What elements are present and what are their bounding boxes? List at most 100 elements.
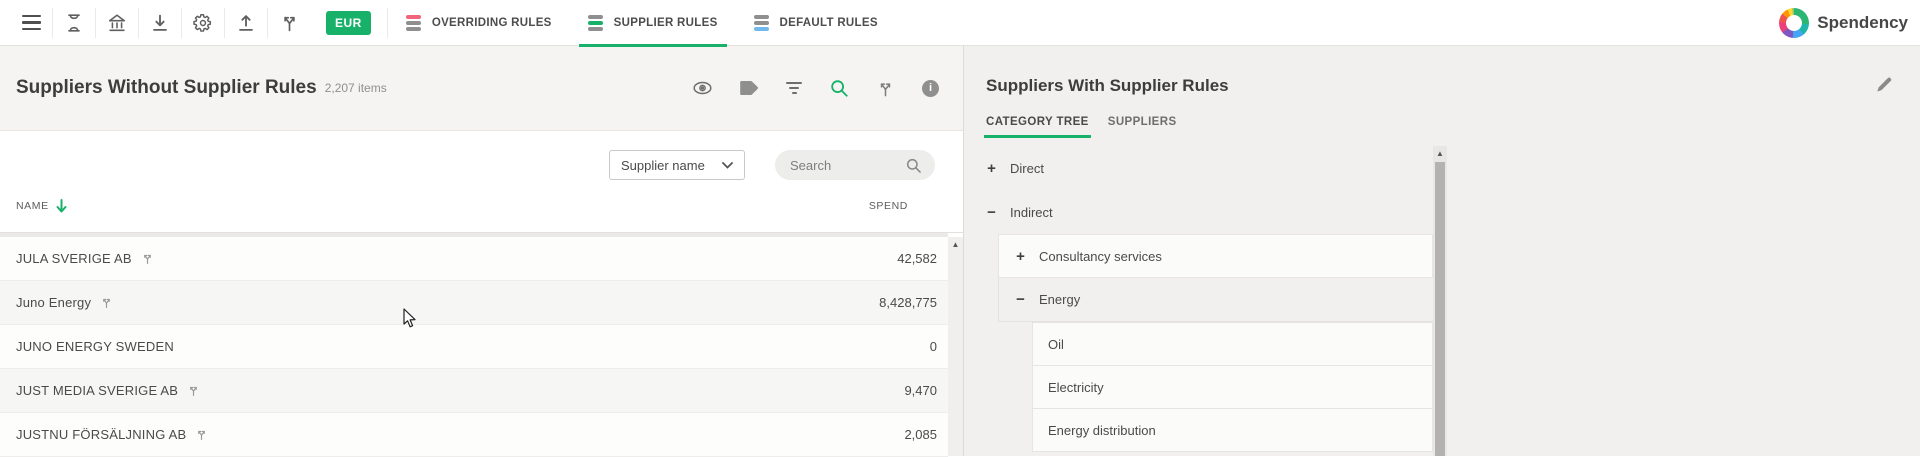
visibility-button[interactable]	[692, 80, 713, 96]
merge-button[interactable]	[187, 384, 200, 397]
search-input[interactable]	[788, 157, 898, 174]
gear-icon	[192, 12, 214, 34]
supplier-spend: 42,582	[897, 251, 937, 266]
merge-icon	[187, 384, 200, 397]
right-panel-tab[interactable]: CATEGORY TREE	[986, 116, 1089, 138]
name-header-label: NAME	[16, 200, 49, 212]
tree-expander-icon[interactable]: +	[1015, 248, 1026, 265]
supplier-name: Juno Energy	[16, 295, 91, 310]
toolbar-tabs: OVERRIDING RULES SUPPLIER RULES DEFAULT …	[388, 0, 896, 46]
category-label: Electricity	[1048, 380, 1104, 395]
top-toolbar: EUR OVERRIDING RULES SUPPLIER RULES DEFA…	[0, 0, 1920, 46]
column-header-name[interactable]: NAME	[16, 199, 67, 213]
toolbar-tab-label: DEFAULT RULES	[780, 17, 878, 29]
toolbar-tab[interactable]: OVERRIDING RULES	[388, 0, 570, 46]
category-tree-row[interactable]: + Direct	[964, 146, 1447, 190]
table-row[interactable]: JUSTNU FÖRSÄLJNING AB 2,085	[0, 413, 948, 457]
category-label: Oil	[1048, 337, 1064, 352]
tag-button[interactable]	[740, 80, 759, 96]
merge-icon	[141, 252, 154, 265]
category-label: Indirect	[1010, 205, 1053, 220]
brand-name: Spendency	[1817, 13, 1908, 33]
tree-scrollbar[interactable]: ▲	[1433, 146, 1447, 456]
filter-button[interactable]	[786, 82, 802, 94]
category-tree-row[interactable]: Oil	[1032, 322, 1433, 366]
merge-button[interactable]	[100, 296, 113, 309]
spendency-logo-icon	[1779, 8, 1809, 38]
category-tree-row[interactable]: Electricity	[1032, 365, 1433, 409]
supplier-search	[775, 150, 935, 180]
supplier-name: JULA SVERIGE AB	[16, 251, 132, 266]
left-panel-header: Suppliers Without Supplier Rules 2,207 i…	[0, 46, 963, 131]
right-panel-tab-label: CATEGORY TREE	[986, 116, 1089, 128]
merge-icon	[100, 296, 113, 309]
supplier-name: JUST MEDIA SVERIGE AB	[16, 383, 178, 398]
edit-button[interactable]	[1874, 74, 1894, 94]
category-tree-row[interactable]: − Energy	[998, 278, 1433, 322]
sort-desc-icon	[56, 199, 67, 213]
menu-button[interactable]	[10, 0, 52, 46]
tree-scrollbar-thumb[interactable]	[1435, 162, 1445, 456]
merge-icon	[195, 428, 208, 441]
search-icon	[829, 78, 849, 98]
search-button[interactable]	[829, 78, 849, 98]
active-tab-underline	[579, 44, 727, 47]
table-row[interactable]: Juno Energy 8,428,775	[0, 281, 948, 325]
scroll-up-icon[interactable]: ▲	[952, 240, 960, 250]
supplier-spend: 9,470	[904, 383, 937, 398]
column-header-spend[interactable]: SPEND	[869, 200, 908, 212]
active-tab-underline	[984, 135, 1091, 138]
table-row[interactable]: JUNO ENERGY SWEDEN 0	[0, 325, 948, 369]
toolbar-tab[interactable]: DEFAULT RULES	[736, 0, 896, 46]
supplier-name: JUNO ENERGY SWEDEN	[16, 339, 174, 354]
bank-icon	[106, 12, 128, 34]
table-row[interactable]: JULA SVERIGE AB 42,582	[0, 237, 948, 281]
info-icon: i	[922, 80, 939, 97]
tree-expander-icon[interactable]: −	[986, 204, 997, 221]
table-scrollbar[interactable]: ▲	[948, 237, 963, 456]
history-button[interactable]	[53, 0, 95, 46]
toolbar-tab[interactable]: SUPPLIER RULES	[570, 0, 736, 46]
currency-badge[interactable]: EUR	[326, 11, 371, 35]
rules-stack-icon	[754, 15, 769, 31]
pencil-icon	[1874, 74, 1894, 94]
upload-button[interactable]	[225, 0, 267, 46]
category-tree-rows: + Direct − Indirect + Consultancy servic…	[964, 146, 1447, 452]
tree-expander-icon[interactable]: +	[986, 160, 997, 177]
category-label: Energy	[1039, 292, 1080, 307]
category-tree-row[interactable]: Energy distribution	[1032, 408, 1433, 452]
left-panel-toolbar: i	[692, 78, 939, 98]
search-field-select[interactable]: Supplier name	[609, 150, 745, 180]
chevron-down-icon	[722, 162, 733, 169]
settings-button[interactable]	[182, 0, 224, 46]
category-tree: + Direct − Indirect + Consultancy servic…	[964, 146, 1447, 456]
menu-icon	[22, 15, 41, 31]
category-tree-row[interactable]: + Consultancy services	[998, 234, 1433, 278]
filter-icon	[786, 82, 802, 94]
items-count: 2,207 items	[325, 81, 387, 95]
merge-button[interactable]	[268, 0, 310, 46]
brand-logo: Spendency	[1779, 8, 1908, 38]
search-field-value: Supplier name	[621, 158, 705, 173]
download-button[interactable]	[139, 0, 181, 46]
category-label: Energy distribution	[1048, 423, 1156, 438]
table-controls: Supplier name	[0, 131, 963, 180]
eye-icon	[692, 80, 713, 96]
supplier-spend: 8,428,775	[879, 295, 937, 310]
merge-suppliers-button[interactable]	[876, 79, 895, 98]
table-row[interactable]: JUST MEDIA SVERIGE AB 9,470	[0, 369, 948, 413]
tag-icon	[740, 80, 759, 96]
category-label: Direct	[1010, 161, 1044, 176]
merge-button[interactable]	[141, 252, 154, 265]
organization-button[interactable]	[96, 0, 138, 46]
info-button[interactable]: i	[922, 80, 939, 97]
suppliers-without-rules-panel: Suppliers Without Supplier Rules 2,207 i…	[0, 46, 963, 456]
category-tree-row[interactable]: − Indirect	[964, 190, 1447, 234]
merge-button[interactable]	[195, 428, 208, 441]
supplier-spend: 0	[930, 339, 937, 354]
right-panel-tab[interactable]: SUPPLIERS	[1108, 116, 1177, 138]
merge-icon	[279, 12, 300, 33]
tree-expander-icon[interactable]: −	[1015, 291, 1026, 308]
rules-stack-icon	[588, 15, 603, 31]
toolbar-tab-label: OVERRIDING RULES	[432, 17, 552, 29]
